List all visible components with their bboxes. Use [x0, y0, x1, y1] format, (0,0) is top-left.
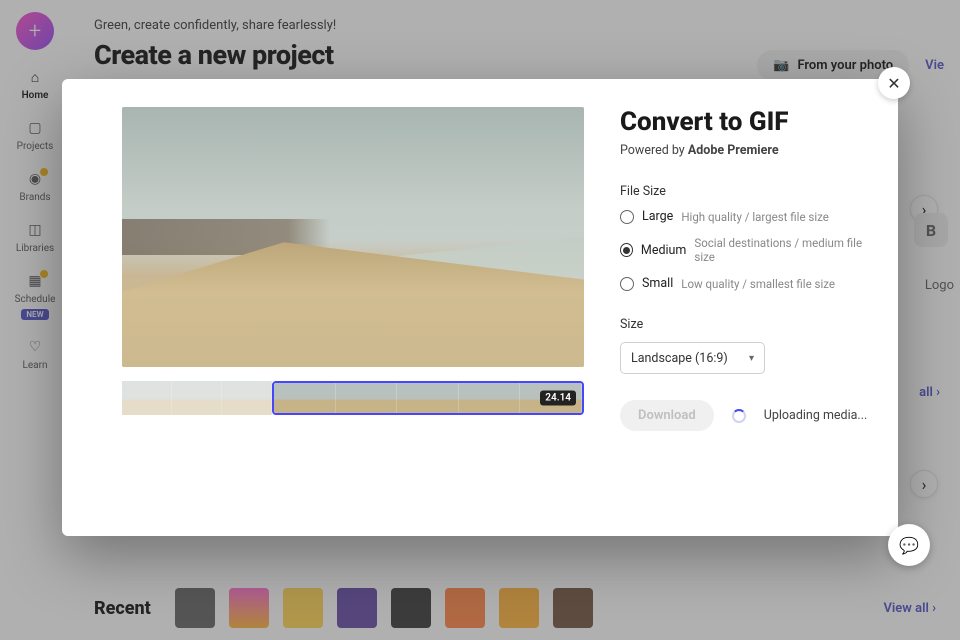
option-desc: Low quality / smallest file size [681, 277, 835, 291]
loading-spinner-icon [732, 409, 746, 423]
filesize-option-small[interactable]: Small Low quality / smallest file size [620, 276, 868, 291]
option-name: Large [642, 209, 673, 224]
filesize-option-medium[interactable]: Medium Social destinations / medium file… [620, 236, 868, 264]
timeline-selection[interactable]: 24.14 [272, 381, 584, 415]
option-desc: Social destinations / medium file size [694, 236, 868, 264]
aspect-ratio-select[interactable]: Landscape (16:9) ▾ [620, 342, 765, 374]
option-desc: High quality / largest file size [681, 210, 829, 224]
timeline-unselected [122, 381, 272, 415]
chat-icon: 💬 [899, 536, 919, 555]
download-button[interactable]: Download [620, 400, 714, 431]
close-icon: ✕ [887, 74, 900, 93]
modal-title: Convert to GIF [620, 107, 868, 137]
radio-icon [620, 243, 633, 257]
radio-icon [620, 277, 634, 291]
option-name: Medium [641, 243, 686, 258]
radio-icon [620, 210, 634, 224]
chevron-down-icon: ▾ [749, 353, 754, 364]
action-row: Download Uploading media... [620, 400, 868, 431]
upload-status-text: Uploading media... [764, 408, 868, 423]
trim-timeline[interactable]: 24.14 [122, 381, 584, 415]
filesize-option-large[interactable]: Large High quality / largest file size [620, 209, 868, 224]
filesize-section-label: File Size [620, 184, 868, 199]
settings-column: Convert to GIF Powered by Adobe Premiere… [584, 107, 868, 516]
convert-to-gif-modal: ✕ 24.14 Convert to GIF Powered by Adobe … [62, 79, 898, 536]
select-value: Landscape (16:9) [631, 351, 728, 366]
close-button[interactable]: ✕ [878, 67, 910, 99]
video-preview[interactable] [122, 107, 584, 367]
size-section-label: Size [620, 317, 868, 332]
clip-duration-badge: 24.14 [540, 391, 576, 406]
feedback-button[interactable]: 💬 [888, 524, 930, 566]
powered-by: Powered by Adobe Premiere [620, 143, 868, 158]
option-name: Small [642, 276, 673, 291]
preview-column: 24.14 [122, 107, 584, 516]
